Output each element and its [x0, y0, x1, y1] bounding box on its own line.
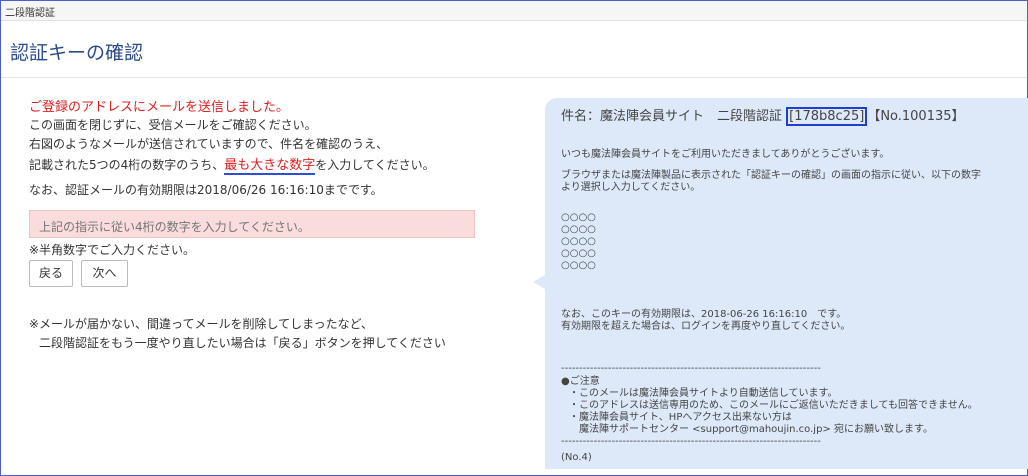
email-caution-2: ・このアドレスは送信専用のため、このメールにご返信いただきましても回答できません…: [569, 400, 978, 411]
email-code-2: ○○○○: [561, 224, 596, 235]
title-divider: [1, 77, 1027, 78]
email-greeting: いつも魔法陣会員サイトをご利用いただきましてありがとうございます。: [561, 149, 890, 160]
window-titlebar: 二段階認証: [1, 1, 1027, 21]
email-divider-bottom: ----------------------------------------…: [561, 436, 821, 447]
instruction-line-1: この画面を閉じずに、受信メールをご確認ください。: [29, 118, 317, 132]
largest-number-highlight: 最も大きな数字: [224, 158, 316, 175]
dialog-frame: 二段階認証 認証キーの確認 ご登録のアドレスにメールを送信しました。 この画面を…: [0, 0, 1028, 476]
email-subject-prefix: 件名：魔法陣会員サイト 二段階認証: [561, 109, 787, 124]
email-preview: 件名：魔法陣会員サイト 二段階認証 [178b8c25] 【No.100135】 …: [545, 98, 1028, 469]
email-subject-number: 【No.100135】: [867, 109, 965, 124]
email-caution-1: ・このメールは魔法陣会員サイトより自動送信しています。: [569, 388, 838, 399]
email-divider-top: ----------------------------------------…: [561, 363, 821, 374]
email-code-3: ○○○○: [561, 236, 596, 247]
email-code-5: ○○○○: [561, 260, 596, 271]
email-caution-title: ●ご注意: [561, 376, 600, 387]
email-footer: (No.4): [561, 452, 592, 463]
window-title: 二段階認証: [5, 8, 55, 19]
expiry-notice: なお、認証メールの有効期限は2018/06/26 16:16:10までです。: [29, 183, 383, 197]
email-code-4: ○○○○: [561, 248, 596, 259]
email-caution-4: 魔法陣サポートセンター <support@mahoujin.co.jp> 宛にお…: [569, 424, 933, 435]
instruction-line-3-before: 記載された5つの4桁の数字のうち、: [29, 158, 225, 172]
instruction-line-3: 記載された5つの4桁の数字のうち、最も大きな数字を入力してください。: [29, 154, 435, 175]
email-instruction-1: ブラウザまたは魔法陣製品に表示された「認証キーの確認」の画面の指示に従い、以下の…: [561, 170, 981, 181]
half-width-hint: ※半角数字でご入力ください。: [29, 243, 196, 257]
email-subject-code: [178b8c25]: [786, 107, 868, 126]
email-code-1: ○○○○: [561, 212, 596, 223]
note-line-2: 二段階認証をもう一度やり直したい場合は「戻る」ボタンを押してください: [39, 336, 446, 350]
back-button[interactable]: 戻る: [29, 260, 73, 287]
sent-notice: ご登録のアドレスにメールを送信しました。: [29, 100, 290, 115]
email-expiry-2: 有効期限を超えた場合は、ログインを再度やり直してください。: [561, 321, 851, 332]
next-button[interactable]: 次へ: [81, 260, 128, 287]
email-instruction-2: より選択し入力してください。: [561, 182, 701, 193]
page-title: 認証キーの確認: [10, 42, 144, 64]
instruction-line-2: 右図のようなメールが送信されていますので、件名を確認のうえ、: [29, 137, 389, 151]
email-caution-3: ・魔法陣会員サイト、HPへアクセス出来ない方は: [569, 412, 792, 423]
instruction-line-3-after: を入力してください。: [315, 158, 435, 172]
auth-code-input[interactable]: [29, 210, 475, 238]
note-line-1: ※メールが届かない、間違ってメールを削除してしまったなど、: [29, 317, 374, 331]
email-subject: 件名：魔法陣会員サイト 二段階認証 [178b8c25] 【No.100135】: [561, 105, 965, 126]
email-expiry-1: なお、このキーの有効期限は、2018-06-26 16:16:10 です。: [561, 309, 847, 320]
speech-bubble-tail: [533, 275, 545, 289]
